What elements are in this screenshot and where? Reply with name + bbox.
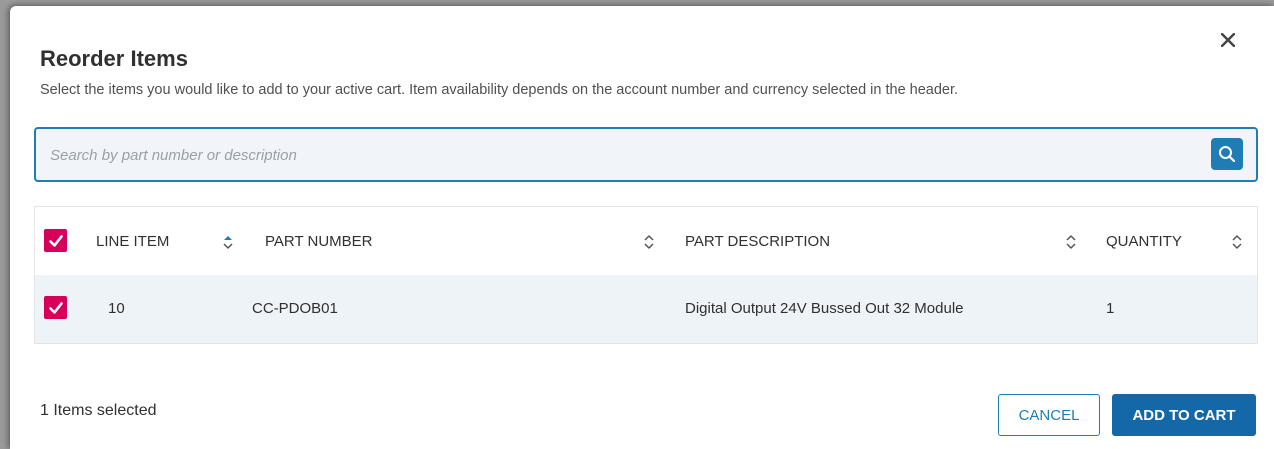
search-input[interactable] — [50, 143, 1200, 167]
header-quantity: QUANTITY — [1106, 233, 1182, 250]
row-line-item: 10 — [108, 300, 125, 317]
check-icon — [48, 234, 63, 247]
header-part-description: PART DESCRIPTION — [685, 233, 831, 250]
table-header: LINE ITEM PART NUMBER PART DESCRIPTION Q… — [35, 207, 1257, 275]
search-box — [34, 127, 1258, 182]
row-checkbox[interactable] — [44, 296, 67, 319]
check-icon — [48, 301, 63, 314]
select-all-checkbox[interactable] — [44, 229, 67, 252]
close-icon — [1221, 33, 1235, 47]
sort-icon[interactable] — [222, 231, 234, 253]
modal-title: Reorder Items — [40, 46, 188, 71]
sort-icon[interactable] — [1065, 231, 1077, 253]
sort-icon[interactable] — [643, 231, 655, 253]
items-table: LINE ITEM PART NUMBER PART DESCRIPTION Q… — [34, 206, 1258, 344]
search-icon — [1219, 146, 1236, 163]
add-to-cart-button[interactable]: ADD TO CART — [1112, 394, 1256, 436]
selected-count: 1 Items selected — [40, 402, 157, 419]
table-row[interactable]: 10 CC-PDOB01 Digital Output 24V Bussed O… — [35, 275, 1257, 343]
row-part-number: CC-PDOB01 — [252, 300, 338, 317]
cancel-button[interactable]: CANCEL — [998, 394, 1100, 436]
row-quantity: 1 — [1106, 300, 1115, 317]
row-part-description: Digital Output 24V Bussed Out 32 Module — [685, 300, 964, 317]
reorder-items-modal: Reorder Items Select the items you would… — [10, 6, 1274, 449]
sort-icon[interactable] — [1231, 231, 1243, 253]
close-button[interactable] — [1216, 28, 1240, 52]
search-button[interactable] — [1211, 138, 1243, 170]
header-part-number: PART NUMBER — [265, 233, 373, 250]
header-line-item: LINE ITEM — [96, 233, 170, 250]
modal-subtitle: Select the items you would like to add t… — [40, 82, 959, 98]
